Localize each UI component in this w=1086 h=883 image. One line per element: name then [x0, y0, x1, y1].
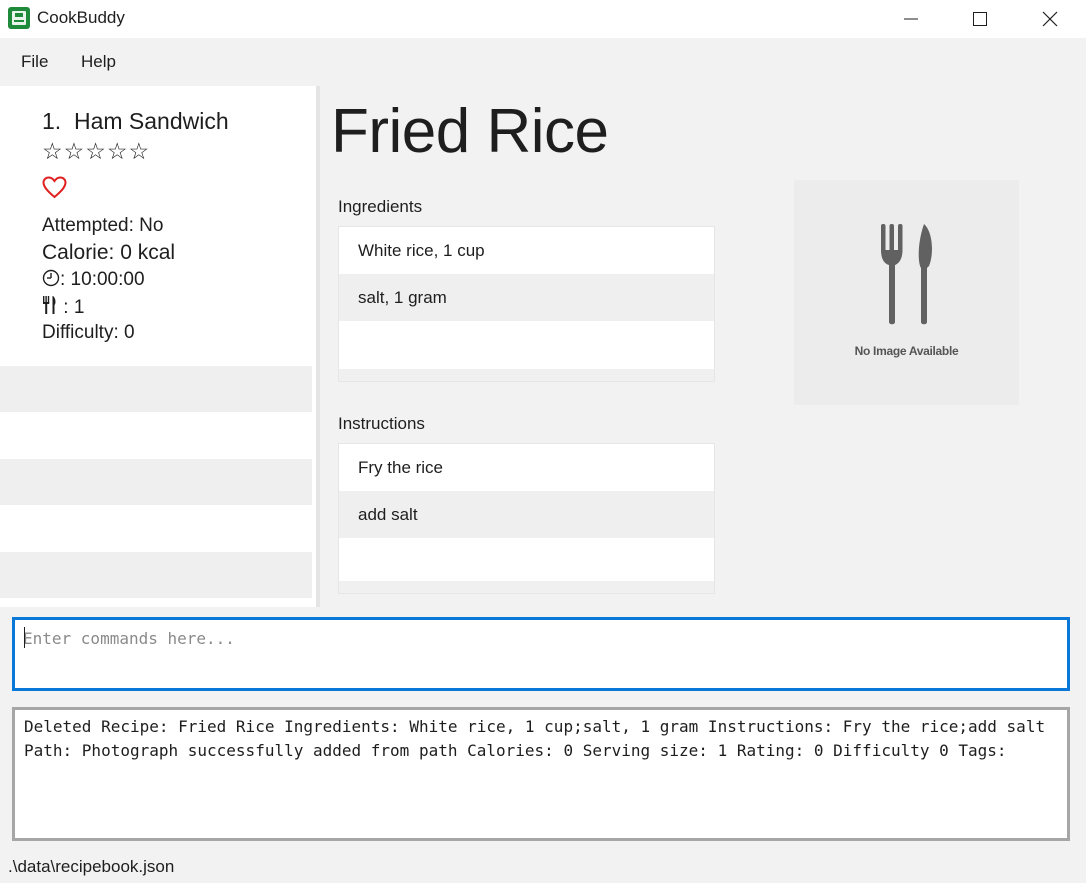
ingredients-list[interactable]: White rice, 1 cup salt, 1 gram: [338, 226, 715, 382]
empty-list-row: [0, 505, 312, 551]
empty-list-row: [0, 459, 312, 505]
menu-bar: File Help: [0, 38, 1086, 86]
window-title: CookBuddy: [37, 8, 125, 27]
maximize-icon: [973, 12, 987, 26]
fork-knife-icon: [881, 224, 932, 325]
ingredient-text: White rice, 1 cup: [358, 241, 485, 260]
clock-icon: [42, 269, 60, 293]
close-icon: [1042, 11, 1058, 27]
servings: : 1: [42, 295, 84, 321]
maximize-button[interactable]: [957, 0, 1003, 38]
ingredient-text: salt, 1 gram: [358, 288, 447, 307]
recipe-card-index: 1.: [42, 108, 62, 134]
instructions-scrollbar[interactable]: [339, 581, 714, 593]
ingredients-label: Ingredients: [338, 197, 423, 216]
recipe-image-placeholder: No Image Available: [794, 180, 1019, 405]
ingredients-scrollbar[interactable]: [339, 369, 714, 381]
prep-time-value: : 10:00:00: [60, 269, 145, 290]
command-input[interactable]: [23, 626, 1053, 650]
empty-list-row: [0, 366, 312, 412]
menu-help[interactable]: Help: [81, 52, 116, 72]
status-bar-file-path: .\data\recipebook.json: [8, 857, 175, 876]
panel-splitter[interactable]: [316, 86, 320, 607]
instruction-row[interactable]: Fry the rice: [339, 444, 714, 491]
result-text: Deleted Recipe: Fried Rice Ingredients: …: [24, 717, 1055, 760]
close-button[interactable]: [1027, 0, 1073, 38]
calorie-text: Calorie: 0 kcal: [42, 241, 176, 264]
rating-stars: ☆☆☆☆☆: [42, 138, 151, 164]
instruction-text: add salt: [358, 505, 418, 524]
difficulty-text: Difficulty: 0: [42, 322, 135, 343]
attempted-text: Attempted: No: [42, 215, 164, 236]
prep-time: : 10:00:00: [42, 269, 145, 293]
title-bar: CookBuddy: [0, 0, 1086, 38]
instructions-list[interactable]: Fry the rice add salt: [338, 443, 715, 594]
ingredient-row[interactable]: White rice, 1 cup: [339, 227, 714, 274]
heart-outline-icon: [42, 176, 67, 204]
empty-list-row: [0, 412, 312, 458]
minimize-icon: [904, 18, 918, 20]
menu-file[interactable]: File: [21, 52, 48, 72]
command-box[interactable]: [12, 617, 1070, 691]
empty-list-row: [0, 552, 312, 598]
cutlery-icon: [42, 295, 58, 321]
instruction-text: Fry the rice: [358, 458, 444, 477]
minimize-button[interactable]: [888, 0, 934, 38]
ingredient-row[interactable]: salt, 1 gram: [339, 274, 714, 321]
no-image-caption: No Image Available: [854, 344, 959, 358]
text-caret: [24, 627, 25, 648]
recipe-detail-title: Fried Rice: [331, 97, 609, 166]
recipe-list-panel[interactable]: 1. Ham Sandwich ☆☆☆☆☆ Attempted: No Calo…: [0, 86, 316, 607]
recipe-card-title: 1. Ham Sandwich: [42, 108, 229, 135]
recipe-card-name: Ham Sandwich: [73, 108, 229, 134]
result-display[interactable]: Deleted Recipe: Fried Rice Ingredients: …: [12, 707, 1070, 841]
instruction-row[interactable]: add salt: [339, 491, 714, 538]
recipe-card[interactable]: 1. Ham Sandwich ☆☆☆☆☆ Attempted: No Calo…: [0, 86, 312, 366]
app-logo-icon: [8, 7, 30, 29]
instructions-label: Instructions: [338, 414, 425, 433]
servings-value: : 1: [58, 297, 85, 318]
